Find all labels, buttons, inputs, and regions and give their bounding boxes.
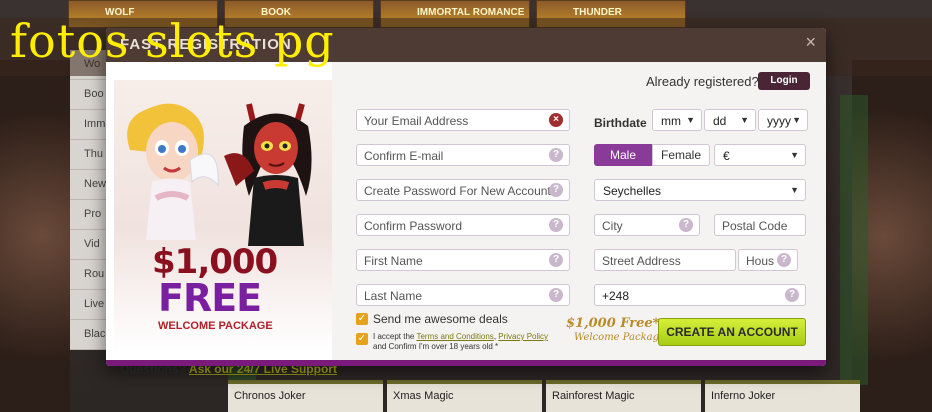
create-account-button[interactable]: CREATE AN ACCOUNT xyxy=(658,318,806,346)
promo-free: FREE xyxy=(158,276,262,320)
menu-item[interactable]: Thu xyxy=(70,140,110,170)
help-icon: ? xyxy=(549,288,563,302)
country-select[interactable]: Seychelles ▼ xyxy=(594,179,806,201)
close-icon[interactable]: × xyxy=(805,32,816,53)
game-title[interactable]: Xmas Magic xyxy=(387,380,542,412)
birth-day-select[interactable]: dd ▼ xyxy=(704,109,756,131)
birthdate-label: Birthdate xyxy=(594,116,647,130)
menu-item[interactable]: New xyxy=(70,170,110,200)
error-icon: × xyxy=(549,113,563,127)
birth-month-select[interactable]: mm ▼ xyxy=(652,109,702,131)
city-placeholder: City xyxy=(602,219,623,233)
last-name-field[interactable]: Last Name ? xyxy=(356,284,570,306)
country-value: Seychelles xyxy=(603,184,662,198)
street-placeholder: Street Address xyxy=(602,254,681,268)
terms-suffix: and Confirm I'm over 18 years old * xyxy=(373,342,499,351)
chevron-down-icon: ▼ xyxy=(790,185,799,195)
help-icon: ? xyxy=(777,253,791,267)
promo-welcome: WELCOME PACKAGE xyxy=(158,320,273,332)
birth-day-value: dd xyxy=(713,114,727,128)
game-title[interactable]: Rainforest Magic xyxy=(546,380,701,412)
angel-character-illustration xyxy=(127,103,219,240)
send-deals-checkbox[interactable]: ✓ xyxy=(356,313,368,325)
password-placeholder: Create Password For New Account xyxy=(364,184,551,198)
terms-checkbox[interactable]: ✓ xyxy=(356,333,368,345)
chevron-down-icon: ▼ xyxy=(686,115,695,125)
help-icon: ? xyxy=(549,253,563,267)
confirm-password-placeholder: Confirm Password xyxy=(364,219,463,233)
category-menu: Wo Boo Imm Thu New Pro Vid Rou Live Blac xyxy=(70,50,110,350)
postal-code-field[interactable]: Postal Code xyxy=(714,214,806,236)
privacy-link[interactable]: Privacy Policy xyxy=(498,332,548,341)
house-placeholder: Hous xyxy=(746,254,775,268)
postal-placeholder: Postal Code xyxy=(722,219,788,233)
help-icon: ? xyxy=(549,218,563,232)
menu-item[interactable]: Pro xyxy=(70,200,110,230)
help-icon: ? xyxy=(549,148,563,162)
background-art-left xyxy=(0,60,70,412)
first-name-field[interactable]: First Name ? xyxy=(356,249,570,271)
menu-item[interactable]: Live xyxy=(70,290,110,320)
confirm-email-placeholder: Confirm E-mail xyxy=(364,149,444,163)
first-name-placeholder: First Name xyxy=(364,254,423,268)
already-registered-text: Already registered? xyxy=(646,74,759,89)
chevron-down-icon: ▼ xyxy=(790,150,799,160)
gender-male-button[interactable]: Male xyxy=(594,144,652,166)
email-placeholder: Your Email Address xyxy=(364,114,469,128)
menu-item[interactable]: Blac xyxy=(70,320,110,350)
modal-footer-bar xyxy=(106,360,826,366)
gender-female-button[interactable]: Female xyxy=(652,144,710,166)
menu-item[interactable]: Vid xyxy=(70,230,110,260)
chevron-down-icon: ▼ xyxy=(792,115,801,125)
login-button[interactable]: Login xyxy=(758,72,810,90)
watermark-text: fotos slots pg xyxy=(10,14,335,68)
currency-value: € xyxy=(723,149,730,163)
promo-panel: $1,000 FREE WELCOME PACKAGE xyxy=(114,80,332,352)
email-field[interactable]: Your Email Address × xyxy=(356,109,570,131)
birth-year-value: yyyy xyxy=(767,114,791,128)
house-number-field[interactable]: Hous ? xyxy=(738,249,798,271)
last-name-placeholder: Last Name xyxy=(364,289,423,303)
terms-text: I accept the Terms and Conditions, Priva… xyxy=(373,332,549,351)
menu-item[interactable]: Boo xyxy=(70,80,110,110)
devil-character-illustration xyxy=(224,103,312,246)
bottom-game-strip: Chronos Joker Xmas Magic Rainforest Magi… xyxy=(228,380,868,412)
terms-prefix: I accept the xyxy=(373,332,415,341)
city-field[interactable]: City ? xyxy=(594,214,700,236)
menu-item[interactable]: Imm xyxy=(70,110,110,140)
help-icon: ? xyxy=(549,183,563,197)
currency-select[interactable]: € ▼ xyxy=(714,144,806,166)
phone-field[interactable]: +248 ? xyxy=(594,284,806,306)
street-address-field[interactable]: Street Address xyxy=(594,249,736,271)
confirm-password-field[interactable]: Confirm Password ? xyxy=(356,214,570,236)
phone-value: +248 xyxy=(602,289,630,303)
game-column-decoration xyxy=(840,95,868,385)
help-icon: ? xyxy=(785,288,799,302)
menu-item[interactable]: Rou xyxy=(70,260,110,290)
confirm-email-field[interactable]: Confirm E-mail ? xyxy=(356,144,570,166)
registration-modal: FAST REGISTRATION × $1,000 FREE WELCOME … xyxy=(106,28,826,376)
help-icon: ? xyxy=(679,218,693,232)
password-field[interactable]: Create Password For New Account ? xyxy=(356,179,570,201)
bonus-text: $1,000 Free* xyxy=(566,316,660,331)
chevron-down-icon: ▼ xyxy=(740,115,749,125)
terms-link[interactable]: Terms and Conditions xyxy=(416,332,493,341)
game-title[interactable]: Inferno Joker xyxy=(705,380,860,412)
birth-month-value: mm xyxy=(661,114,681,128)
game-title[interactable]: Chronos Joker xyxy=(228,380,383,412)
birth-year-select[interactable]: yyyy ▼ xyxy=(758,109,808,131)
bonus-subtext: Welcome Package xyxy=(574,332,665,343)
send-deals-label: Send me awesome deals xyxy=(373,312,508,326)
